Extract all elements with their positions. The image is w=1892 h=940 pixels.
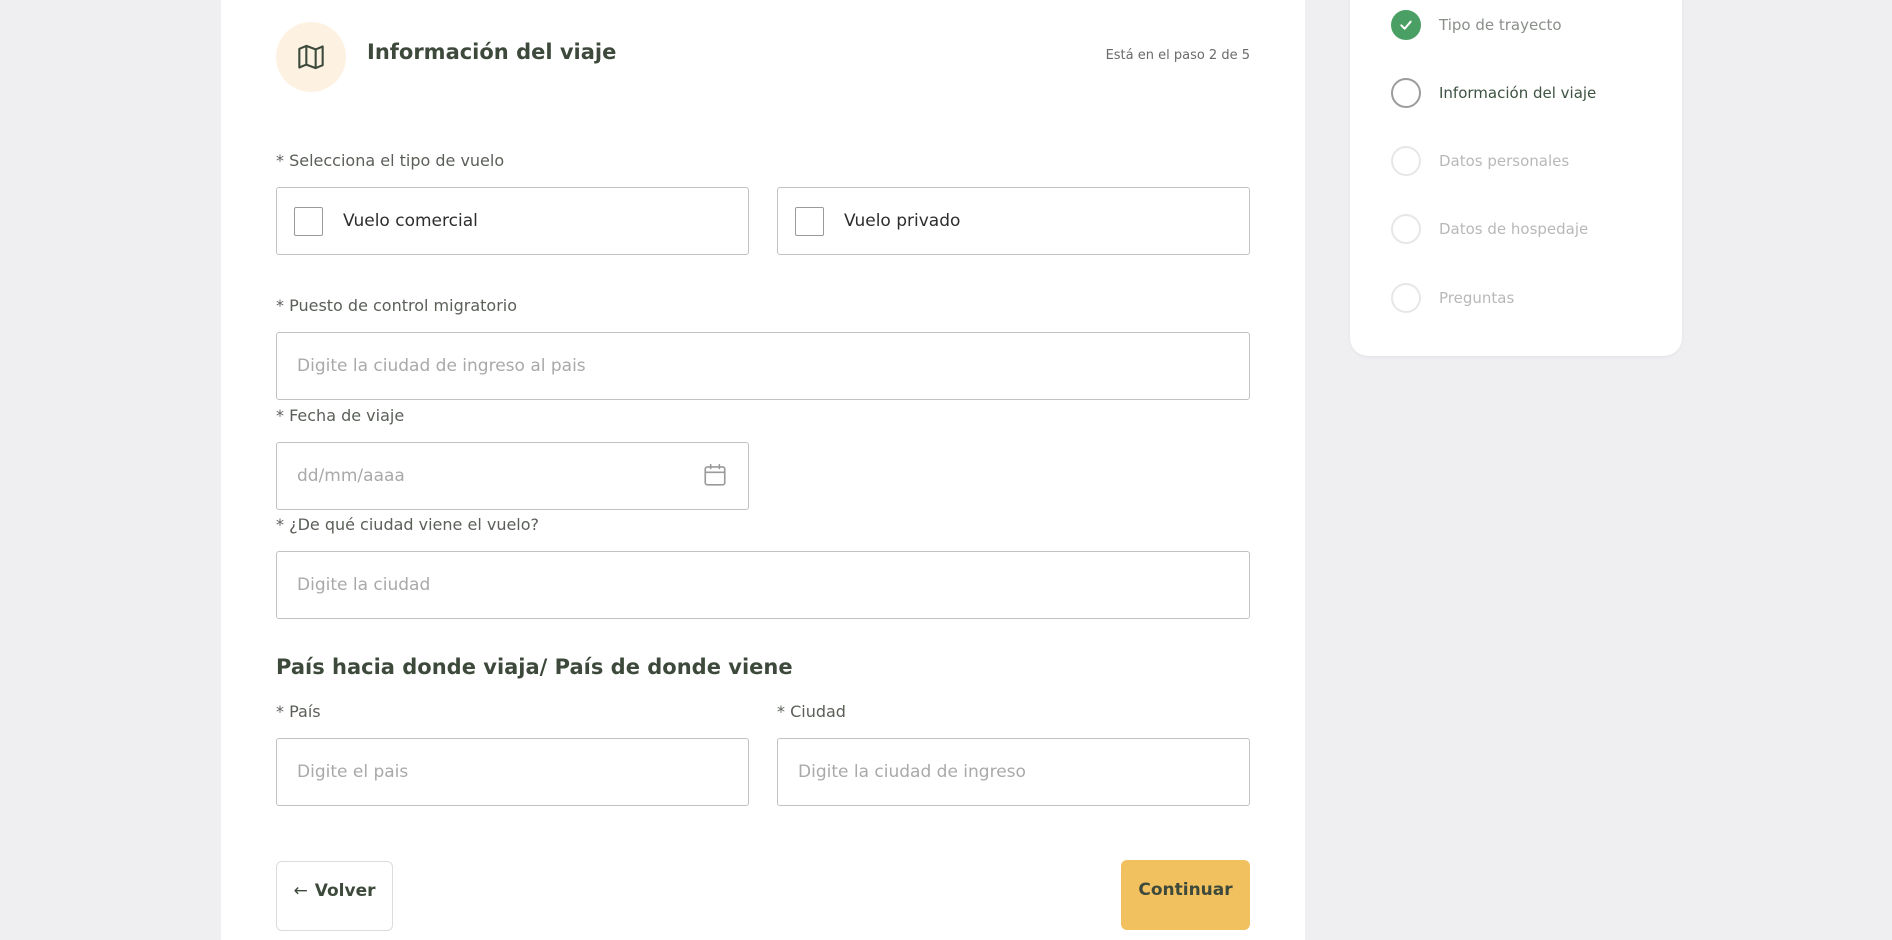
step-status-circle [1391, 78, 1421, 108]
option-label: Vuelo comercial [343, 211, 478, 231]
migration-checkpoint-label: * Puesto de control migratorio [276, 296, 517, 315]
continue-button[interactable]: Continuar [1121, 860, 1250, 930]
continue-button-label: Continuar [1138, 880, 1233, 900]
checkbox[interactable] [294, 206, 323, 236]
step-datos-de-hospedaje[interactable]: Datos de hospedaje [1391, 214, 1588, 244]
city-input[interactable] [777, 738, 1250, 806]
step-preguntas[interactable]: Preguntas [1391, 283, 1514, 313]
option-label: Vuelo privado [844, 211, 961, 231]
step-label: Datos personales [1439, 152, 1570, 170]
checkbox[interactable] [795, 206, 824, 236]
step-label: Datos de hospedaje [1439, 220, 1589, 238]
destination-section-title: País hacia donde viaja/ País de donde vi… [276, 655, 793, 679]
arrow-left-icon: ← [293, 881, 308, 901]
step-status-circle [1391, 146, 1421, 176]
step-informacion-del-viaje[interactable]: Información del viaje [1391, 78, 1596, 108]
origin-city-input[interactable] [276, 551, 1250, 619]
step-tipo-de-trayecto[interactable]: Tipo de trayecto [1391, 10, 1562, 40]
step-label: Información del viaje [1439, 84, 1597, 102]
option-vuelo-comercial[interactable]: Vuelo comercial [276, 187, 749, 255]
calendar-icon[interactable] [702, 462, 728, 488]
step-label: Preguntas [1439, 289, 1515, 307]
step-indicator: Está en el paso 2 de 5 [1105, 48, 1250, 63]
travel-date-label: * Fecha de viaje [276, 406, 405, 425]
map-icon [298, 44, 324, 70]
step-label: Tipo de trayecto [1439, 16, 1562, 34]
step-status-circle [1391, 283, 1421, 313]
step-status-circle [1391, 10, 1421, 40]
header-icon-circle [276, 22, 346, 92]
country-input[interactable] [276, 738, 749, 806]
back-button[interactable]: ← Volver [276, 861, 393, 931]
check-icon [1400, 20, 1412, 30]
origin-city-label: * ¿De qué ciudad viene el vuelo? [276, 515, 540, 534]
flight-type-label: * Selecciona el tipo de vuelo [276, 151, 505, 170]
city-label: * Ciudad [777, 702, 846, 721]
back-button-label: Volver [314, 881, 376, 901]
travel-date-input[interactable] [276, 442, 749, 510]
country-label: * País [276, 702, 321, 721]
option-vuelo-privado[interactable]: Vuelo privado [777, 187, 1250, 255]
step-status-circle [1391, 214, 1421, 244]
migration-checkpoint-input[interactable] [276, 332, 1250, 400]
page-title: Información del viaje [367, 40, 617, 64]
step-datos-personales[interactable]: Datos personales [1391, 146, 1569, 176]
